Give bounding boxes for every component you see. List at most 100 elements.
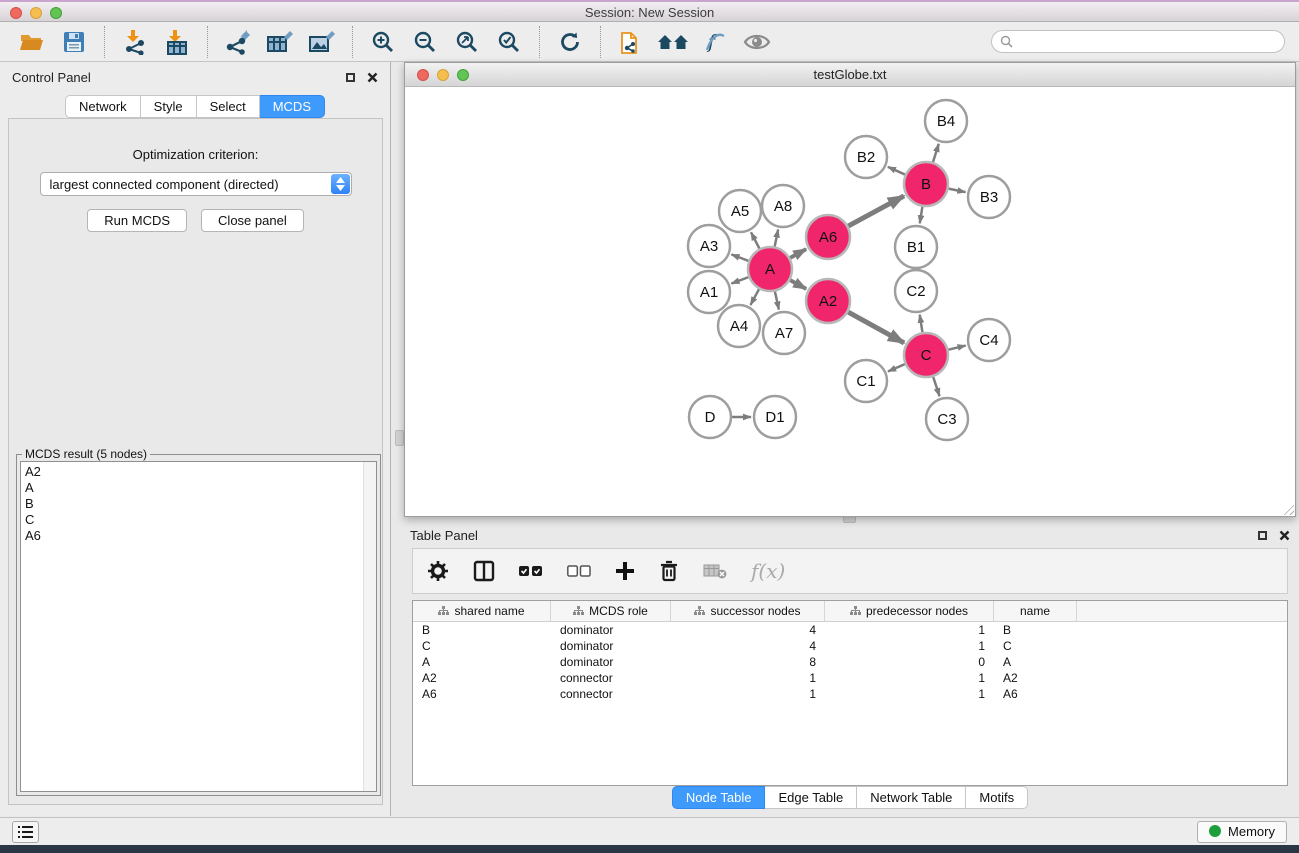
criterion-dropdown[interactable]: largest connected component (directed) — [40, 172, 352, 196]
homes-icon[interactable] — [655, 25, 691, 59]
cell: 1 — [825, 670, 994, 686]
settings-gear-icon[interactable] — [427, 560, 449, 582]
task-history-button[interactable] — [12, 821, 39, 843]
export-image-icon[interactable] — [304, 25, 340, 59]
tab-node-table[interactable]: Node Table — [672, 786, 766, 809]
unselect-all-columns-icon[interactable] — [567, 565, 591, 577]
edge-A-A2[interactable] — [790, 280, 806, 289]
edge-B-B1[interactable] — [920, 207, 923, 224]
split-columns-icon[interactable] — [473, 560, 495, 582]
float-panel-icon[interactable] — [346, 73, 355, 82]
network-canvas[interactable]: B4B2BB3A8A5A6A3B1AA1C2A2A4A7C4CC1DD1C3 — [405, 88, 1295, 516]
save-session-icon[interactable] — [56, 25, 92, 59]
search-input[interactable] — [1017, 35, 1276, 49]
edge-A-A5[interactable] — [751, 232, 759, 248]
edge-B-B4[interactable] — [933, 144, 939, 162]
column-header-MCDS-role[interactable]: MCDS role — [551, 601, 671, 621]
import-table-icon[interactable] — [159, 25, 195, 59]
table-row-C[interactable]: Cdominator41C — [413, 638, 1287, 654]
eye-icon[interactable] — [739, 25, 775, 59]
table-row-B[interactable]: Bdominator41B — [413, 622, 1287, 638]
edge-C-C3[interactable] — [933, 377, 939, 396]
table-toolbar: f(x) — [412, 548, 1288, 594]
node-label-C2: C2 — [906, 283, 925, 300]
export-table-icon[interactable] — [262, 25, 298, 59]
edge-C-C2[interactable] — [920, 315, 923, 333]
import-network-icon[interactable] — [117, 25, 153, 59]
run-mcds-button[interactable]: Run MCDS — [87, 209, 187, 232]
column-header-name[interactable]: name — [994, 601, 1077, 621]
result-item-A6[interactable]: A6 — [25, 528, 376, 544]
memory-button[interactable]: Memory — [1197, 821, 1287, 843]
edge-B-B3[interactable] — [949, 189, 966, 193]
node-label-B3: B3 — [980, 189, 998, 206]
delete-table-icon[interactable] — [703, 563, 727, 579]
network-window-titlebar[interactable]: testGlobe.txt — [405, 63, 1295, 87]
edge-A-A6[interactable] — [790, 249, 806, 258]
zoom-fit-icon[interactable] — [449, 25, 485, 59]
node-label-B2: B2 — [857, 149, 875, 166]
node-label-C: C — [921, 347, 932, 364]
network-graph[interactable]: B4B2BB3A8A5A6A3B1AA1C2A2A4A7C4CC1DD1C3 — [405, 88, 1295, 516]
edge-A-A7[interactable] — [775, 291, 779, 309]
zoom-in-icon[interactable] — [365, 25, 401, 59]
delete-column-icon[interactable] — [659, 560, 679, 582]
table-row-A6[interactable]: A6connector11A6 — [413, 686, 1287, 702]
tab-mcds[interactable]: MCDS — [260, 95, 325, 118]
zoom-out-icon[interactable] — [407, 25, 443, 59]
edge-A6-B[interactable] — [848, 196, 904, 226]
node-label-A5: A5 — [731, 203, 749, 220]
column-header-shared-name[interactable]: shared name — [413, 601, 551, 621]
table-row-A2[interactable]: A2connector11A2 — [413, 670, 1287, 686]
column-header-predecessor-nodes[interactable]: predecessor nodes — [825, 601, 994, 621]
cell: B — [994, 622, 1077, 638]
result-item-A2[interactable]: A2 — [25, 464, 376, 480]
edge-C-C4[interactable] — [948, 346, 965, 350]
tab-edge-table[interactable]: Edge Table — [765, 786, 857, 809]
cell: dominator — [551, 622, 671, 638]
tab-network-table[interactable]: Network Table — [857, 786, 966, 809]
tab-select[interactable]: Select — [197, 95, 260, 118]
cell: A — [994, 654, 1077, 670]
function-builder-icon[interactable]: f(x) — [751, 559, 785, 583]
tab-style[interactable]: Style — [141, 95, 197, 118]
edge-C-C1[interactable] — [888, 364, 905, 371]
scrollbar-track[interactable] — [363, 462, 376, 791]
toolbar-separator — [600, 26, 601, 58]
column-header-successor-nodes[interactable]: successor nodes — [671, 601, 825, 621]
mcds-result-list[interactable]: A2ABCA6 — [20, 461, 377, 792]
node-table: shared nameMCDS rolesuccessor nodesprede… — [412, 600, 1288, 786]
close-panel-icon[interactable] — [1279, 530, 1290, 541]
select-all-columns-icon[interactable] — [519, 565, 543, 577]
toolbar-separator — [352, 26, 353, 58]
export-network-icon[interactable] — [220, 25, 256, 59]
float-panel-icon[interactable] — [1258, 531, 1267, 540]
table-row-A[interactable]: Adominator80A — [413, 654, 1287, 670]
toolbar-separator — [539, 26, 540, 58]
network-document-icon[interactable] — [613, 25, 649, 59]
edge-A-A8[interactable] — [775, 230, 779, 247]
refresh-icon[interactable] — [552, 25, 588, 59]
result-item-C[interactable]: C — [25, 512, 376, 528]
cell: A2 — [994, 670, 1077, 686]
edge-A-A4[interactable] — [750, 289, 759, 305]
result-item-B[interactable]: B — [25, 496, 376, 512]
tab-motifs[interactable]: Motifs — [966, 786, 1028, 809]
result-item-A[interactable]: A — [25, 480, 376, 496]
open-session-icon[interactable] — [14, 25, 50, 59]
cell: connector — [551, 670, 671, 686]
edge-A-A1[interactable] — [731, 277, 748, 283]
tab-network[interactable]: Network — [65, 95, 141, 118]
add-column-icon[interactable] — [615, 561, 635, 581]
edge-A-A3[interactable] — [731, 254, 748, 260]
vertical-splitter-handle[interactable] — [395, 430, 404, 446]
cell: 1 — [825, 686, 994, 702]
edge-A2-C[interactable] — [848, 312, 904, 343]
zoom-selected-icon[interactable] — [491, 25, 527, 59]
hide-graphics-details-icon[interactable]: f — [697, 25, 733, 59]
criterion-value: largest connected component (directed) — [50, 177, 279, 192]
close-panel-icon[interactable] — [367, 72, 378, 83]
edge-B-B2[interactable] — [888, 167, 905, 175]
search-field[interactable] — [991, 30, 1285, 53]
close-panel-button[interactable]: Close panel — [201, 209, 304, 232]
